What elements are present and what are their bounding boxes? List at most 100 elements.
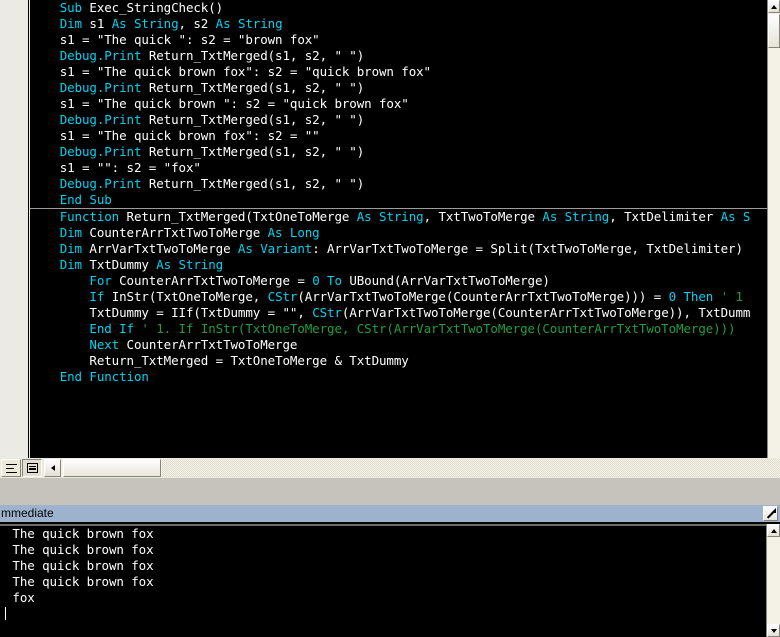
indicator-margin: [0, 0, 29, 474]
code-line[interactable]: Return_TxtMerged = TxtOneToMerge & TxtDu…: [30, 353, 767, 369]
code-token: ' 1: [720, 289, 743, 304]
code-line[interactable]: Dim s1 As String, s2 As String: [30, 16, 767, 32]
code-token: As Variant: [237, 241, 313, 256]
code-token: s1 = "The quick brown ": s2 = "quick bro…: [59, 96, 409, 111]
code-line[interactable]: TxtDummy = IIf(TxtDummy = "", CStr(ArrVa…: [30, 305, 767, 321]
code-token: , TxtTwoToMerge: [423, 209, 543, 224]
code-line[interactable]: Debug.Print Return_TxtMerged(s1, s2, " "…: [30, 176, 767, 192]
arrow-up-icon: [770, 528, 777, 533]
code-line[interactable]: Sub Exec_StringCheck(): [30, 0, 767, 16]
code-token: Dim: [59, 241, 90, 256]
code-token: Return_TxtMerged(s1, s2, " "): [148, 176, 365, 191]
code-hscroll-track[interactable]: [162, 459, 780, 477]
code-vscroll-track[interactable]: [768, 13, 780, 461]
code-token: As String: [156, 257, 224, 272]
code-token: If: [89, 289, 112, 304]
code-token: 0 To: [312, 273, 350, 288]
code-token: s1 = "The quick brown fox": s2 = "quick …: [59, 64, 431, 79]
code-vertical-scrollbar[interactable]: [767, 0, 780, 474]
code-token: Debug.Print: [59, 48, 149, 63]
code-token: As String: [356, 209, 424, 224]
code-token: Next: [89, 337, 127, 352]
immediate-vscroll-down-button[interactable]: [767, 624, 780, 637]
code-token: Return_TxtMerged = TxtOneToMerge & TxtDu…: [89, 353, 409, 368]
immediate-window-titlebar[interactable]: mmediate: [0, 505, 780, 522]
immediate-caret: [5, 607, 6, 620]
code-line[interactable]: End Sub: [30, 192, 767, 208]
code-token: End If: [89, 321, 142, 336]
code-token: (ArrVarTxtTwoToMerge(CounterArrTxtTwoToM…: [341, 305, 751, 320]
code-token: CStr: [312, 305, 342, 320]
code-token: End Function: [59, 369, 149, 384]
code-line[interactable]: For CounterArrTxtTwoToMerge = 0 To UBoun…: [30, 273, 767, 289]
code-token: As Long: [267, 225, 320, 240]
code-line[interactable]: Debug.Print Return_TxtMerged(s1, s2, " "…: [30, 48, 767, 64]
code-line[interactable]: s1 = "The quick brown ": s2 = "quick bro…: [30, 96, 767, 112]
code-line[interactable]: Dim TxtDummy As String: [30, 257, 767, 273]
procedure-view-icon: [5, 463, 17, 473]
immediate-window-output[interactable]: The quick brown fox The quick brown fox …: [0, 524, 766, 637]
code-hscroll-thumb[interactable]: [63, 459, 161, 477]
code-token: CStr: [267, 289, 298, 304]
code-line[interactable]: s1 = "The quick ": s2 = "brown fox": [30, 32, 767, 48]
code-line[interactable]: s1 = "The quick brown fox": s2 = "": [30, 128, 767, 144]
code-token: (ArrVarTxtTwoToMerge(CounterArrTxtTwoToM…: [297, 289, 669, 304]
code-token: UBound(ArrVarTxtTwoToMerge): [349, 273, 550, 288]
code-token: Function: [59, 209, 127, 224]
code-line[interactable]: Debug.Print Return_TxtMerged(s1, s2, " "…: [30, 80, 767, 96]
code-token: Debug.Print: [59, 80, 149, 95]
immediate-output-line: The quick brown fox: [5, 558, 154, 573]
procedure-view-button[interactable]: [1, 459, 21, 477]
code-token: : ArrVarTxtTwoToMerge = Split(TxtTwoToMe…: [312, 241, 743, 256]
code-window: Sub Exec_StringCheck() Dim s1 As String,…: [0, 0, 780, 500]
code-line[interactable]: End Function: [30, 369, 767, 385]
code-token: 0 Then: [668, 289, 721, 304]
code-line[interactable]: Dim CounterArrTxtTwoToMerge As Long: [30, 225, 767, 241]
code-line[interactable]: Debug.Print Return_TxtMerged(s1, s2, " "…: [30, 112, 767, 128]
immediate-vscroll-up-button[interactable]: [767, 524, 780, 537]
code-lines-container[interactable]: Sub Exec_StringCheck() Dim s1 As String,…: [30, 0, 767, 385]
code-vscroll-up-button[interactable]: [768, 0, 780, 13]
immediate-output-line: fox: [5, 590, 35, 605]
code-token: TxtDummy: [89, 257, 157, 272]
code-vscroll-thumb[interactable]: [768, 14, 780, 48]
code-token: As String: [111, 16, 179, 31]
code-token: End Sub: [59, 192, 112, 207]
code-token: Return_TxtMerged(s1, s2, " "): [148, 48, 365, 63]
code-token: CounterArrTxtTwoToMerge: [89, 225, 268, 240]
immediate-vertical-scrollbar[interactable]: [766, 524, 780, 637]
code-window-bottom-bar: [0, 458, 780, 478]
code-line[interactable]: Debug.Print Return_TxtMerged(s1, s2, " "…: [30, 144, 767, 160]
code-horizontal-scrollbar[interactable]: [44, 459, 780, 477]
code-window-footer: [0, 478, 780, 500]
code-token: Debug.Print: [59, 176, 149, 191]
code-line[interactable]: Function Return_TxtMerged(TxtOneToMerge …: [30, 209, 767, 225]
code-token: ArrVarTxtTwoToMerge: [89, 241, 238, 256]
immediate-window: mmediate The quick brown fox The quick b…: [0, 505, 780, 637]
code-token: Exec_StringCheck(): [89, 0, 224, 15]
code-token: s1 = "The quick ": s2 = "brown fox": [59, 32, 320, 47]
full-module-view-icon: [26, 463, 38, 473]
code-line[interactable]: If InStr(TxtOneToMerge, CStr(ArrVarTxtTw…: [30, 289, 767, 305]
code-line[interactable]: s1 = "": s2 = "fox": [30, 160, 767, 176]
code-token: , s2: [178, 16, 216, 31]
code-editor-surface[interactable]: Sub Exec_StringCheck() Dim s1 As String,…: [30, 0, 767, 474]
immediate-output-line: The quick brown fox: [5, 526, 154, 541]
code-line[interactable]: End If ' 1. If InStr(TxtOneToMerge, CStr…: [30, 321, 767, 337]
code-line[interactable]: Next CounterArrTxtTwoToMerge: [30, 337, 767, 353]
code-token: , TxtDelimiter: [609, 209, 721, 224]
immediate-output-line: The quick brown fox: [5, 542, 154, 557]
code-hscroll-left-button[interactable]: [44, 459, 61, 477]
arrow-down-icon: [770, 628, 777, 633]
code-line[interactable]: Dim ArrVarTxtTwoToMerge As Variant: ArrV…: [30, 241, 767, 257]
immediate-window-close-button[interactable]: [763, 506, 778, 521]
code-token: As String: [542, 209, 610, 224]
code-token: Dim: [59, 257, 90, 272]
code-token: For: [89, 273, 120, 288]
code-token: s1: [89, 16, 112, 31]
code-token: CounterArrTxtTwoToMerge: [126, 337, 298, 352]
code-line[interactable]: s1 = "The quick brown fox": s2 = "quick …: [30, 64, 767, 80]
code-token: Return_TxtMerged(s1, s2, " "): [148, 144, 365, 159]
full-module-view-button[interactable]: [22, 459, 42, 477]
code-token: Return_TxtMerged(s1, s2, " "): [148, 80, 365, 95]
